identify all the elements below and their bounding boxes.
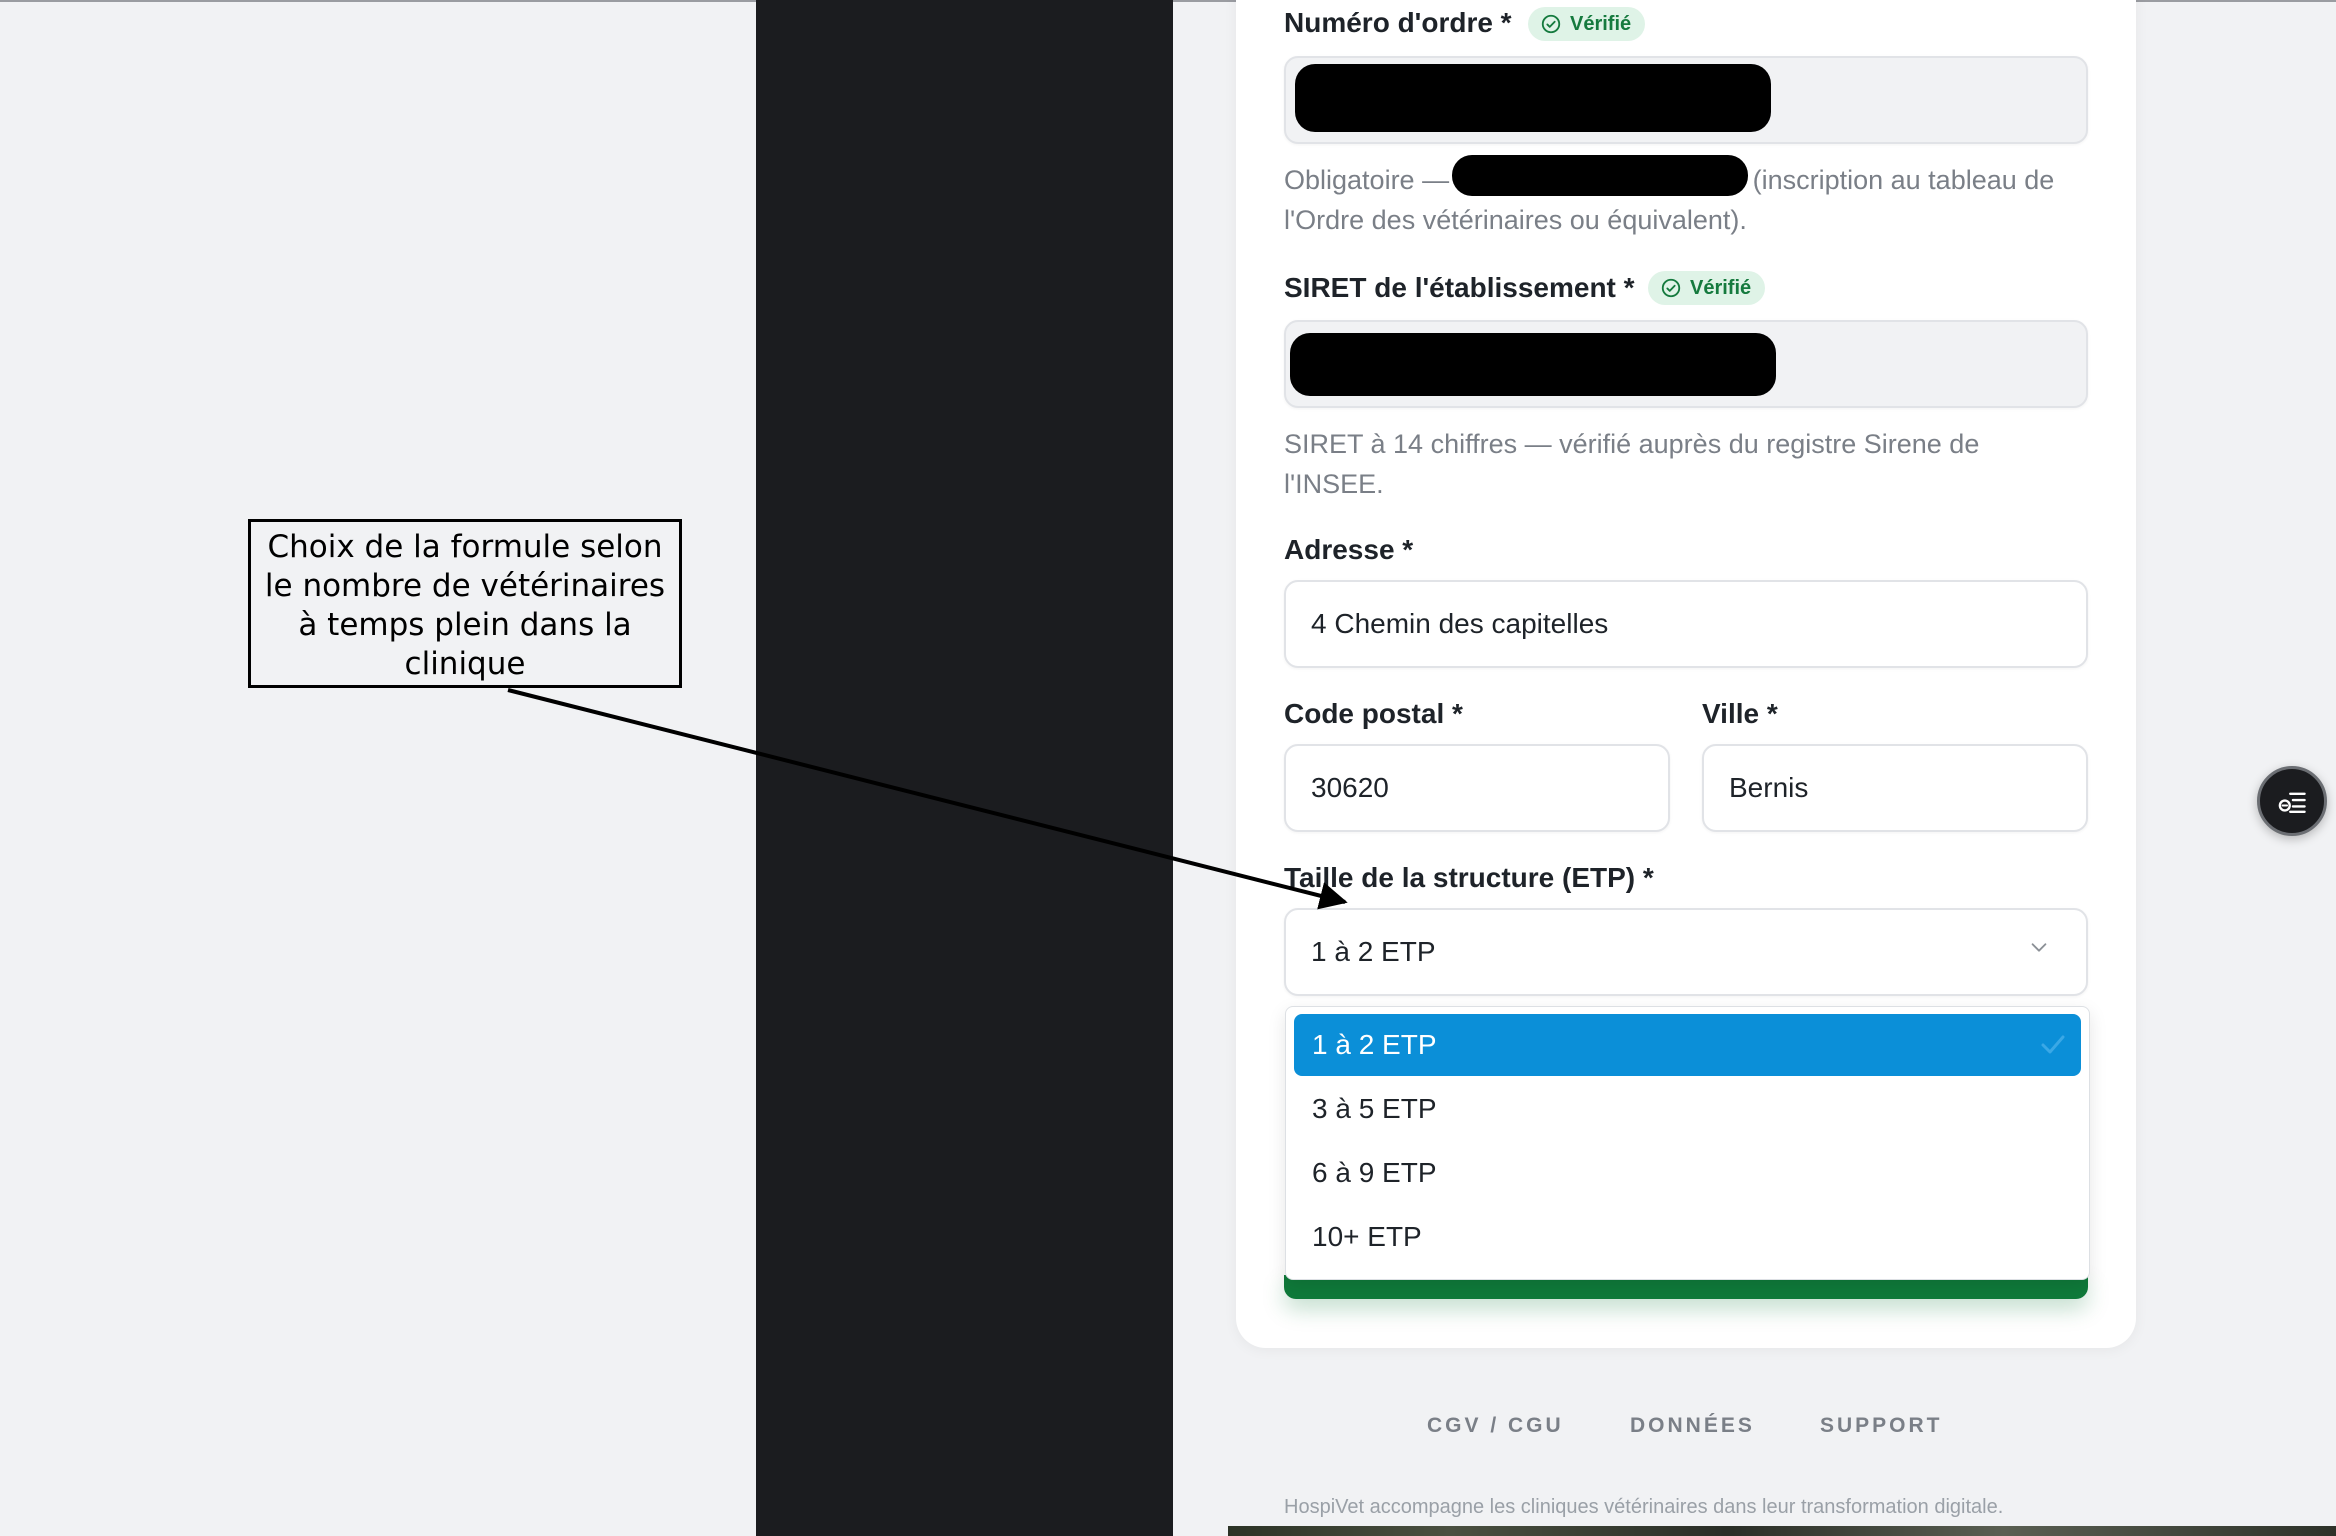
siret-label: SIRET de l'établissement *	[1284, 272, 1635, 303]
structure-size-dropdown: 1 à 2 ETP 3 à 5 ETP 6 à 9 ETP 10+ ETP	[1285, 1006, 2090, 1280]
dropdown-option[interactable]: 1 à 2 ETP	[1294, 1014, 2081, 1076]
city-label: Ville *	[1702, 698, 1778, 729]
screen: Numéro d'ordre * Vérifié Obligatoire — (…	[0, 0, 2336, 1536]
city-input[interactable]: Bernis	[1702, 744, 2088, 832]
order-number-verified-badge: Vérifié	[1528, 7, 1646, 41]
checkmark-icon	[2041, 1035, 2065, 1054]
postal-code-label: Code postal *	[1284, 698, 1463, 729]
badge-label: Vérifié	[1690, 276, 1752, 299]
footer-link-cgv[interactable]: CGV / CGU	[1427, 1414, 1564, 1438]
redacted-siret	[1290, 333, 1776, 396]
structure-size-value: 1 à 2 ETP	[1311, 936, 1436, 967]
check-circle-icon	[1541, 14, 1561, 34]
redacted-help-value	[1452, 155, 1748, 196]
floating-menu-button[interactable]	[2257, 766, 2327, 836]
structure-size-select[interactable]: 1 à 2 ETP	[1284, 908, 2088, 996]
redacted-order-number	[1295, 64, 1771, 132]
badge-label: Vérifié	[1570, 12, 1632, 35]
postal-code-input[interactable]: 30620	[1284, 744, 1670, 832]
dropdown-option[interactable]: 3 à 5 ETP	[1294, 1078, 2081, 1140]
dark-side-panel	[756, 0, 1173, 1536]
siret-help-text: SIRET à 14 chiffres — vérifié auprès du …	[1284, 429, 1980, 499]
order-number-label: Numéro d'ordre *	[1284, 7, 1512, 38]
footer-link-data[interactable]: DONNÉES	[1630, 1414, 1755, 1438]
chevron-down-icon	[2031, 943, 2047, 952]
address-input[interactable]: 4 Chemin des capitelles	[1284, 580, 2088, 668]
footer-link-support[interactable]: SUPPORT	[1820, 1414, 1943, 1438]
background-photo-strip	[1228, 1526, 2336, 1536]
address-label: Adresse *	[1284, 534, 1414, 565]
structure-size-label: Taille de la structure (ETP) *	[1284, 862, 1654, 893]
dropdown-option[interactable]: 10+ ETP	[1294, 1206, 2081, 1268]
dropdown-option[interactable]: 6 à 9 ETP	[1294, 1142, 2081, 1204]
list-menu-icon	[2278, 792, 2306, 813]
footer-tagline: HospiVet accompagne les cliniques vétéri…	[1284, 1496, 2004, 1518]
check-circle-icon	[1661, 278, 1681, 298]
siret-verified-badge: Vérifié	[1648, 271, 1766, 305]
annotation-callout: Choix de la formule selon le nombre de v…	[248, 519, 682, 688]
